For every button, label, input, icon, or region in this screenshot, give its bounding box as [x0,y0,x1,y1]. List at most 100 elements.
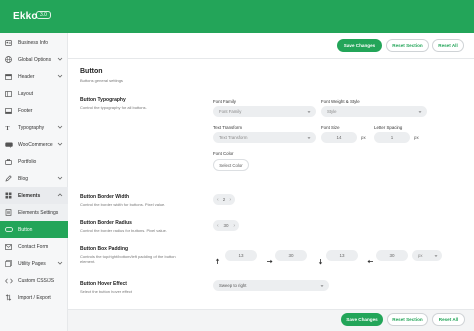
border-width-label: Button Border Width [80,194,130,200]
button-icon [4,227,13,232]
top-actions: Save Changes Reset Section Reset All [68,33,474,58]
border-radius-description: Control the border radius for buttons. P… [80,228,167,233]
save-changes-button[interactable]: Save Changes [337,39,382,52]
sidebar-item-blog[interactable]: Blog [0,170,68,187]
letter-spacing-unit: px [414,135,419,140]
sidebar-item-label: Header [18,73,35,80]
version-badge: 3.0 [36,11,51,19]
sidebar-item-global-options[interactable]: Global Options [0,51,68,68]
padding-left-input[interactable]: 30 [376,250,408,261]
sidebar-item-label: Blog [18,175,29,182]
sidebar-item-label: Layout [18,90,34,97]
chevron-up-icon [57,192,63,198]
top-bar: Ekko 3.0 [0,0,474,33]
reset-all-button[interactable]: Reset All [432,313,465,326]
typography-description: Control the typography for all buttons. [80,105,147,110]
sidebar-item-label: Elements Settings [18,209,59,216]
hover-effect-label: Button Hover Effect [80,281,127,287]
padding-right-input[interactable]: 30 [275,250,307,261]
reset-section-button[interactable]: Reset Section [386,39,429,52]
hover-effect-select[interactable]: Sweep to right [213,280,329,291]
utility-pages-icon [4,260,13,267]
header-icon [4,73,13,80]
font-size-input[interactable]: 14 [321,132,357,143]
sidebar-item-label: Contact Form [18,243,49,250]
header-divider [68,58,474,59]
globe-icon [4,56,13,63]
box-padding-description: Controls the top/right/bottom/left paddi… [80,254,176,264]
chevron-down-icon [57,141,63,147]
border-width-input[interactable]: ‹ 2 › [213,194,235,205]
sidebar-item-label: Import / Export [18,294,51,301]
section-title: Button [80,68,103,75]
sidebar-item-label: WooCommerce [18,141,53,148]
sidebar-item-label: Button [18,226,33,233]
chevron-down-icon [57,73,63,79]
letter-spacing-input[interactable]: 1 [374,132,410,143]
sidebar-item-header[interactable]: Header [0,68,68,85]
reset-all-button[interactable]: Reset All [432,39,464,52]
caret-down-icon [307,110,311,114]
save-changes-button[interactable]: Save Changes [341,313,383,326]
padding-top-icon [214,252,221,264]
id-card-icon [4,39,13,46]
padding-top-input[interactable]: 13 [225,250,257,261]
main-panel: Save Changes Reset Section Reset All But… [68,33,474,331]
layout-icon [4,90,13,97]
elements-icon [4,192,13,199]
sidebar: Business Info Global Options Header Layo… [0,33,68,331]
increment-icon: › [229,196,231,203]
import-export-icon [4,294,13,301]
blog-icon [4,175,13,182]
chevron-down-icon [57,124,63,130]
svg-text:T: T [6,126,10,131]
sidebar-item-elements[interactable]: Elements [0,187,68,204]
sidebar-item-woocommerce[interactable]: WooCommerce [0,136,68,153]
font-family-select[interactable]: Font Family [213,106,316,117]
border-radius-input[interactable]: ‹ 30 › [213,220,239,231]
padding-unit-select[interactable]: px [412,250,442,261]
sidebar-item-utility-pages[interactable]: Utility Pages [0,255,68,272]
font-weight-select[interactable]: Style [321,106,427,117]
box-padding-label: Button Box Padding [80,246,129,252]
font-size-unit: px [361,135,366,140]
sidebar-item-contact-form[interactable]: Contact Form [0,238,68,255]
border-radius-label: Button Border Radius [80,220,132,226]
text-transform-select[interactable]: Text Transform [213,132,316,143]
decrement-icon: ‹ [217,196,219,203]
padding-right-icon [266,252,273,264]
padding-bottom-icon [317,252,324,265]
brand-title: Ekko [13,11,38,22]
sidebar-item-portfolio[interactable]: Portfolio [0,153,68,170]
woocommerce-icon [4,142,13,148]
sidebar-item-label: Custom CSS/JS [18,277,55,284]
sidebar-item-layout[interactable]: Layout [0,85,68,102]
sidebar-item-label: Utility Pages [18,260,46,267]
portfolio-icon [4,158,13,165]
select-color-button[interactable]: Select Color [213,159,249,171]
elements-settings-icon [4,209,13,216]
font-weight-label: Font Weight & Style [321,99,360,104]
reset-section-button[interactable]: Reset Section [387,313,428,326]
typography-icon: T [4,124,13,131]
sidebar-item-import-export[interactable]: Import / Export [0,289,68,306]
sidebar-item-button[interactable]: Button [0,221,68,238]
sidebar-item-label: Global Options [18,56,52,63]
chevron-down-icon [57,260,63,266]
code-icon [4,278,13,284]
section-description: Buttons general settings [80,78,123,83]
sidebar-item-custom-css-js[interactable]: Custom CSS/JS [0,272,68,289]
sidebar-item-footer[interactable]: Footer [0,102,68,119]
font-size-label: Font Size [321,125,340,130]
caret-down-icon [307,136,311,140]
contact-form-icon [4,243,13,250]
caret-down-icon [320,284,324,288]
sidebar-item-label: Portfolio [18,158,37,165]
padding-bottom-input[interactable]: 13 [326,250,358,261]
sidebar-item-elements-settings[interactable]: Elements Settings [0,204,68,221]
sidebar-item-typography[interactable]: T Typography [0,119,68,136]
chevron-down-icon [57,175,63,181]
chevron-down-icon [57,56,63,62]
sidebar-item-business-info[interactable]: Business Info [0,34,68,51]
decrement-icon: ‹ [217,222,219,229]
